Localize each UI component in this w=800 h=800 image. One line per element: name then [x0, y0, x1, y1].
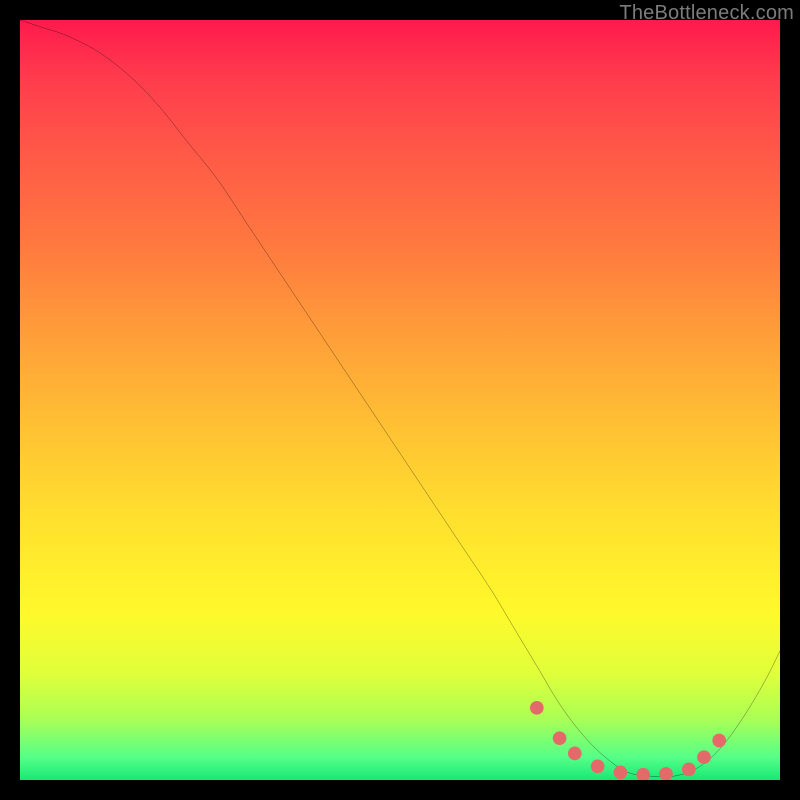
optimal-range-dots	[530, 701, 726, 780]
optimal-dot	[682, 763, 696, 777]
chart-plot-area	[20, 20, 780, 780]
optimal-dot	[553, 731, 567, 745]
watermark-text: TheBottleneck.com	[619, 2, 794, 25]
optimal-dot	[614, 766, 628, 780]
chart-frame: TheBottleneck.com	[0, 0, 800, 800]
optimal-dot	[636, 768, 650, 780]
chart-svg	[20, 20, 780, 780]
optimal-dot	[568, 747, 582, 761]
optimal-dot	[530, 701, 544, 715]
optimal-dot	[659, 767, 673, 780]
optimal-dot	[697, 750, 711, 764]
bottleneck-curve	[20, 20, 780, 777]
optimal-dot	[712, 734, 726, 748]
optimal-dot	[591, 759, 605, 773]
